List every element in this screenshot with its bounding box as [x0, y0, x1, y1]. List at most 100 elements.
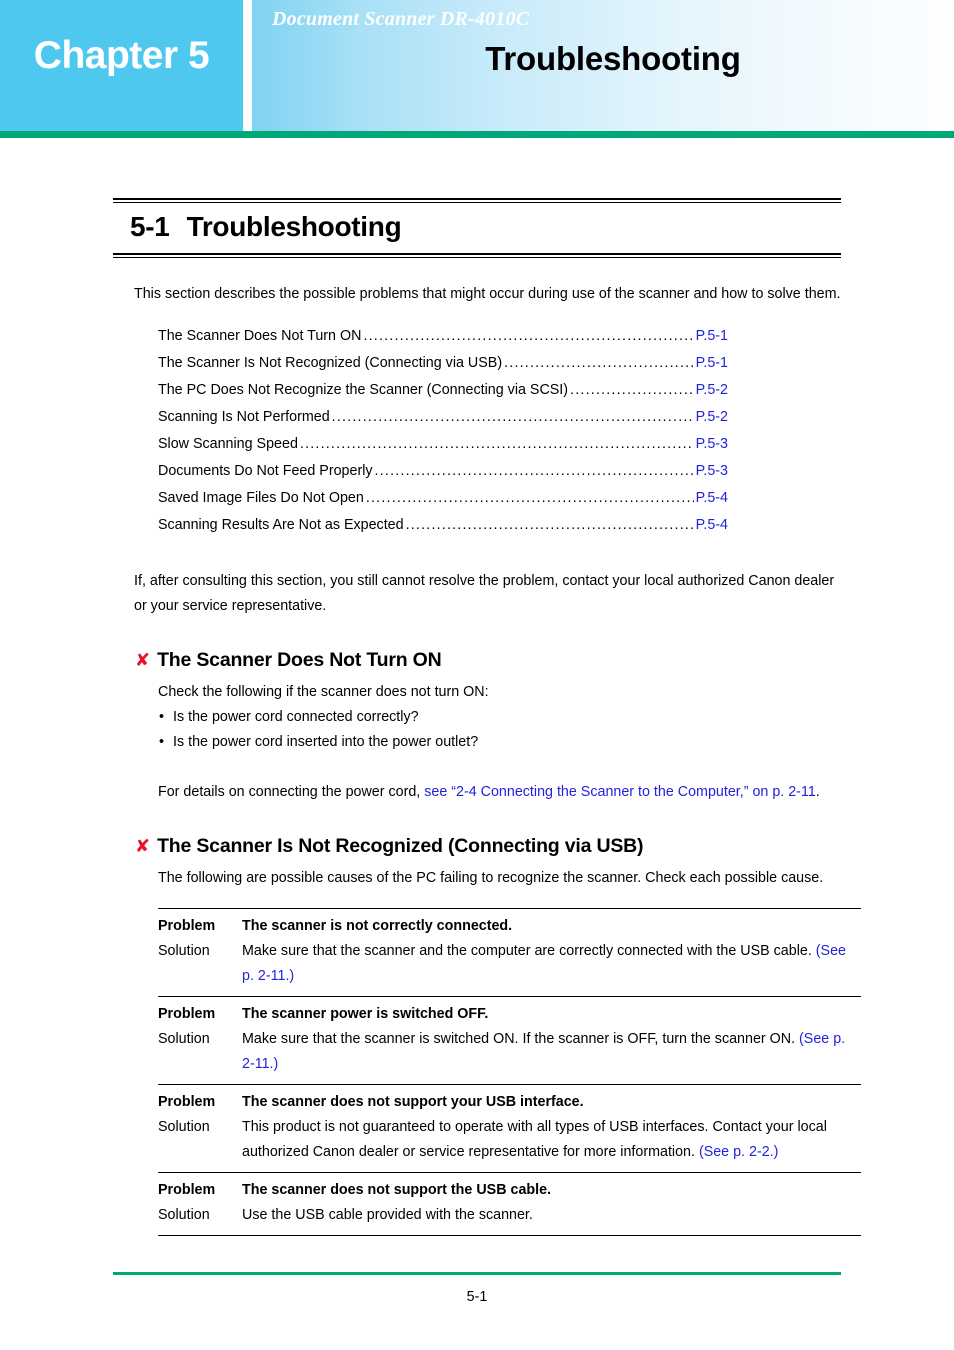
table-row: Problem The scanner does not support the…	[158, 1173, 861, 1236]
list-item: Is the power cord inserted into the powe…	[158, 730, 858, 755]
solution-row: Solution This product is not guaranteed …	[158, 1115, 861, 1165]
toc-entry-label: The Scanner Does Not Turn ON	[158, 328, 362, 344]
solution-text: Make sure that the scanner is switched O…	[242, 1027, 861, 1077]
problem-text: The scanner is not correctly connected.	[242, 918, 513, 934]
section-toc: The Scanner Does Not Turn ON ...........…	[158, 323, 728, 539]
toc-entry[interactable]: Scanning Is Not Performed ..............…	[158, 404, 728, 431]
toc-leader-dots: ........................................…	[405, 517, 694, 533]
toc-leader-dots: ........................................…	[570, 382, 694, 398]
section-intro-paragraph: This section describes the possible prob…	[134, 286, 841, 302]
toc-leader-dots: ........................................…	[299, 436, 694, 452]
solution-label: Solution	[158, 1119, 210, 1135]
problem-text: The scanner power is switched OFF.	[242, 1006, 489, 1022]
solution-label: Solution	[158, 1207, 210, 1223]
section-title-text: Troubleshooting	[186, 211, 402, 242]
solution-text: Make sure that the scanner and the compu…	[242, 939, 861, 989]
problem-row: Problem The scanner is not correctly con…	[158, 914, 861, 939]
solution-text: This product is not guaranteed to operat…	[242, 1115, 861, 1165]
problem-row: Problem The scanner does not support the…	[158, 1178, 861, 1203]
product-name-text: Document Scanner DR-4010C	[272, 8, 530, 30]
header-green-rule	[0, 131, 954, 138]
solution-text: Use the USB cable provided with the scan…	[242, 1203, 861, 1228]
topic1-lead: Check the following if the scanner does …	[158, 684, 489, 700]
toc-entry-page[interactable]: P.5-4	[696, 485, 728, 512]
toc-leader-dots: ........................................…	[504, 355, 694, 371]
problem-solution-table: Problem The scanner is not correctly con…	[158, 908, 861, 1236]
topic-heading-text: The Scanner Does Not Turn ON	[157, 649, 442, 671]
problem-label: Problem	[158, 1182, 216, 1198]
toc-leader-dots: ........................................…	[365, 490, 694, 506]
problem-label: Problem	[158, 1006, 216, 1022]
page-header-banner: Chapter 5 Document Scanner DR-4010C Trou…	[0, 0, 954, 131]
chapter-label: Chapter 5	[33, 34, 210, 77]
toc-entry-page[interactable]: P.5-2	[696, 377, 728, 404]
toc-entry-page[interactable]: P.5-1	[696, 323, 728, 350]
solution-label: Solution	[158, 943, 210, 959]
toc-entry-label: Documents Do Not Feed Properly	[158, 463, 373, 479]
toc-entry-label: Slow Scanning Speed	[158, 436, 298, 452]
problem-label: Problem	[158, 1094, 216, 1110]
problem-row: Problem The scanner does not support you…	[158, 1090, 861, 1115]
table-row: Problem The scanner is not correctly con…	[158, 909, 861, 997]
topic-heading-scanner-not-recognized-usb: ✘ The Scanner Is Not Recognized (Connect…	[135, 835, 841, 858]
topic2-lead: The following are possible causes of the…	[158, 870, 824, 886]
section-title-bottom-rule	[113, 253, 841, 258]
problem-label: Problem	[158, 918, 216, 934]
chapter-block: Chapter 5	[0, 0, 243, 131]
table-row: Problem The scanner does not support you…	[158, 1085, 861, 1173]
solution-row: Solution Use the USB cable provided with…	[158, 1203, 861, 1228]
cross-mark-icon: ✘	[135, 650, 151, 671]
toc-entry-label: The PC Does Not Recognize the Scanner (C…	[158, 382, 569, 398]
toc-entry-page[interactable]: P.5-3	[696, 458, 728, 485]
cross-mark-icon: ✘	[135, 836, 151, 857]
problem-row: Problem The scanner power is switched OF…	[158, 1002, 861, 1027]
after-toc-paragraph: If, after consulting this section, you s…	[134, 573, 835, 614]
toc-entry[interactable]: The Scanner Is Not Recognized (Connectin…	[158, 350, 728, 377]
section-body: This section describes the possible prob…	[134, 282, 861, 1236]
toc-leader-dots: ........................................…	[374, 463, 694, 479]
toc-entry-page[interactable]: P.5-1	[696, 350, 728, 377]
toc-entry[interactable]: Documents Do Not Feed Properly .........…	[158, 458, 728, 485]
page-footer: 5-1	[113, 1243, 841, 1305]
topic1-details: For details on connecting the power cord…	[158, 780, 858, 805]
toc-entry[interactable]: Slow Scanning Speed ....................…	[158, 431, 728, 458]
see-page-link[interactable]: (See p. 2-2.)	[699, 1144, 778, 1160]
problem-text: The scanner does not support the USB cab…	[242, 1182, 552, 1198]
topic2-body: The following are possible causes of the…	[158, 866, 858, 891]
solution-label: Solution	[158, 1031, 210, 1047]
toc-entry-label: Scanning Is Not Performed	[158, 409, 330, 425]
page-content: 5-1 Troubleshooting This section describe…	[113, 198, 861, 1236]
page-number: 5-1	[466, 1289, 488, 1305]
topic-heading-text: The Scanner Is Not Recognized (Connectin…	[157, 835, 644, 857]
problem-text: The scanner does not support your USB in…	[242, 1094, 584, 1110]
toc-leader-dots: ........................................…	[363, 328, 694, 344]
toc-entry-label: Scanning Results Are Not as Expected	[158, 517, 404, 533]
toc-entry[interactable]: The PC Does Not Recognize the Scanner (C…	[158, 377, 728, 404]
table-row: Problem The scanner power is switched OF…	[158, 997, 861, 1085]
toc-entry-page[interactable]: P.5-3	[696, 431, 728, 458]
toc-entry[interactable]: Saved Image Files Do Not Open ..........…	[158, 485, 728, 512]
toc-entry-page[interactable]: P.5-2	[696, 404, 728, 431]
section-number: 5-1	[130, 211, 170, 242]
footer-green-rule	[113, 1272, 841, 1275]
topic-heading-scanner-does-not-turn-on: ✘ The Scanner Does Not Turn ON	[135, 649, 841, 672]
solution-body: Make sure that the scanner and the compu…	[242, 943, 816, 959]
solution-row: Solution Make sure that the scanner and …	[158, 939, 861, 989]
toc-entry-page[interactable]: P.5-4	[696, 512, 728, 539]
toc-leader-dots: ........................................…	[331, 409, 694, 425]
list-item: Is the power cord connected correctly?	[158, 705, 858, 730]
solution-body: Use the USB cable provided with the scan…	[242, 1207, 533, 1223]
topic1-bullet-list: Is the power cord connected correctly? I…	[158, 705, 858, 755]
toc-entry[interactable]: The Scanner Does Not Turn ON ...........…	[158, 323, 728, 350]
toc-entry[interactable]: Scanning Results Are Not as Expected ...…	[158, 512, 728, 539]
topic1-body: Check the following if the scanner does …	[158, 680, 858, 805]
solution-row: Solution Make sure that the scanner is s…	[158, 1027, 861, 1077]
topic1-details-prefix: For details on connecting the power cord…	[158, 784, 425, 800]
section-title: 5-1 Troubleshooting	[113, 203, 841, 251]
toc-entry-label: The Scanner Is Not Recognized (Connectin…	[158, 355, 503, 371]
topic1-details-suffix: .	[815, 784, 820, 800]
solution-body: Make sure that the scanner is switched O…	[242, 1031, 800, 1047]
cross-reference-link[interactable]: see “2-4 Connecting the Scanner to the C…	[424, 784, 816, 800]
toc-entry-label: Saved Image Files Do Not Open	[158, 490, 364, 506]
